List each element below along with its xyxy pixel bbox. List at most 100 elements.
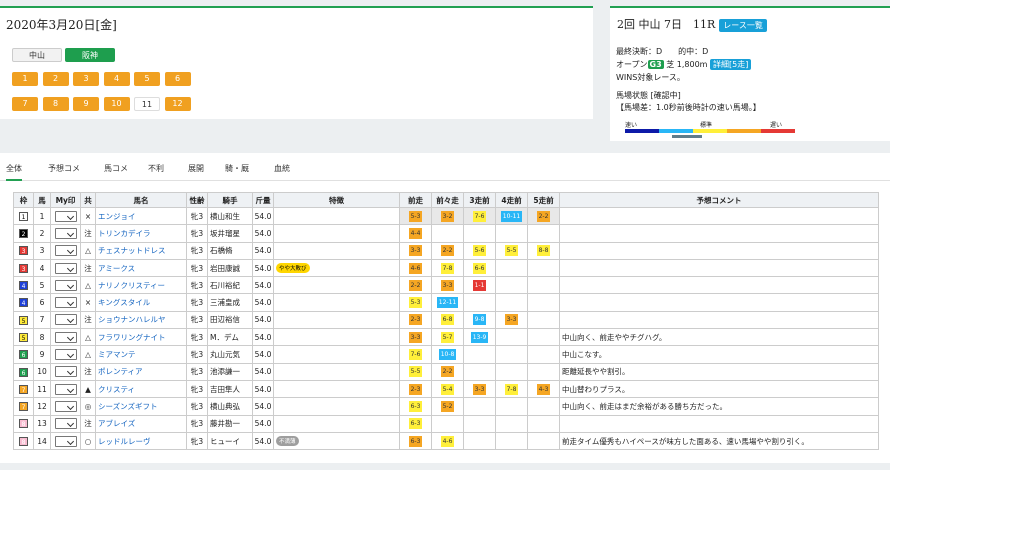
- past-run-position: 2-3: [408, 314, 423, 326]
- weight: 54.0: [252, 345, 274, 364]
- my-mark-cell: [50, 328, 81, 347]
- horse-name-link[interactable]: シーズンズギフト: [95, 397, 187, 416]
- common-mark: 注: [80, 258, 96, 278]
- past-run-position: 6-3: [408, 418, 423, 430]
- my-mark-select[interactable]: [54, 297, 77, 309]
- my-mark-select[interactable]: [54, 349, 77, 361]
- my-mark-cell: [50, 293, 81, 312]
- past-run-cell: 2-3: [399, 310, 432, 330]
- column-header: 4走前: [495, 192, 528, 208]
- horse-name-link[interactable]: クリスティ: [95, 379, 187, 399]
- jockey: 池添謙一: [207, 362, 253, 381]
- race-button-11[interactable]: 11: [134, 97, 160, 111]
- tab-5[interactable]: 展開: [188, 163, 204, 174]
- waku-cell: 7: [13, 379, 34, 399]
- tab-4[interactable]: 不利: [148, 163, 164, 174]
- my-mark-select[interactable]: [54, 383, 77, 395]
- horse-name-link[interactable]: フラワリングナイト: [95, 328, 187, 347]
- past-run-cell: [463, 414, 496, 433]
- past-run-cell: 3-2: [431, 206, 464, 226]
- horse-name-link[interactable]: ナリノクリスティー: [95, 276, 187, 295]
- race-title: 2回 中山 7日 11R レース一覧: [617, 16, 767, 32]
- waku-badge: 5: [19, 315, 28, 325]
- my-mark-cell: [50, 431, 81, 451]
- jockey: 横山和生: [207, 206, 253, 226]
- past-run-position: 5-5: [408, 366, 423, 378]
- common-mark: ▲: [80, 379, 96, 399]
- race-button-8[interactable]: 8: [42, 97, 69, 111]
- my-mark-select[interactable]: [54, 331, 77, 343]
- my-mark-select[interactable]: [54, 366, 77, 378]
- tab-3[interactable]: 馬コメ: [104, 163, 128, 174]
- race-button-1[interactable]: 1: [12, 72, 38, 86]
- race-button-5[interactable]: 5: [134, 72, 160, 86]
- table-row: 8 14 ○ レッドルレーヴ 牝3 ヒューイ 54.0 不満薄 6-3 4-6 前走タイム優秀もハイ…: [13, 431, 879, 451]
- tab-2[interactable]: 予想コメ: [48, 163, 80, 174]
- my-mark-select[interactable]: [54, 245, 77, 257]
- my-mark-select[interactable]: [54, 435, 77, 447]
- jockey: 岩田康誠: [207, 258, 253, 278]
- waku-cell: 8: [13, 431, 34, 451]
- race-button-9[interactable]: 9: [73, 97, 99, 111]
- column-header: 前走: [399, 192, 432, 208]
- my-mark-select[interactable]: [54, 210, 77, 222]
- race-button-12[interactable]: 12: [164, 97, 191, 111]
- sex-age: 牝3: [186, 397, 208, 416]
- horse-name-link[interactable]: トリンカデイラ: [95, 224, 187, 243]
- prediction-comment: [559, 276, 879, 295]
- past-run-cell: 2-3: [399, 379, 432, 399]
- past-run-cell: [495, 362, 528, 381]
- race-button-3[interactable]: 3: [73, 72, 99, 86]
- race-list-button[interactable]: レース一覧: [719, 19, 767, 32]
- past-run-position: 6-8: [440, 314, 455, 326]
- feature-cell: [273, 414, 400, 433]
- my-mark-select[interactable]: [54, 227, 77, 239]
- past-run-position: 5-3: [408, 297, 423, 309]
- tab-7[interactable]: 血統: [274, 163, 290, 174]
- waku-cell: 3: [13, 241, 34, 260]
- horse-name-link[interactable]: キングスタイル: [95, 293, 187, 312]
- horse-name-link[interactable]: チェスナットドレス: [95, 241, 187, 260]
- race-button-7[interactable]: 7: [12, 97, 38, 111]
- common-mark: 注: [80, 414, 96, 433]
- jockey: 石川裕紀: [207, 276, 253, 295]
- jockey: 石橋脩: [207, 241, 253, 260]
- horse-name-link[interactable]: ミアマンテ: [95, 345, 187, 364]
- race-button-10[interactable]: 10: [103, 97, 130, 111]
- table-row: 3 3 △ チェスナットドレス 牝3 石橋脩 54.0 3-3 2-2 5-6 5-5 8-8: [13, 241, 879, 260]
- course-info: 芝 1,800m: [666, 60, 708, 69]
- my-mark-select[interactable]: [54, 314, 77, 326]
- race-button-4[interactable]: 4: [103, 72, 130, 86]
- my-mark-select[interactable]: [54, 400, 77, 412]
- weight: 54.0: [252, 310, 274, 330]
- past-run-cell: [495, 224, 528, 243]
- venue-tab-hanshin[interactable]: 阪神: [65, 48, 115, 62]
- my-mark-select[interactable]: [54, 262, 77, 274]
- past-run-position: 5-5: [504, 245, 519, 257]
- venue-tab-nakayama[interactable]: 中山: [12, 48, 62, 62]
- baba-scale: 速い 標準 遅い: [625, 120, 795, 138]
- horse-name-link[interactable]: レッドルレーヴ: [95, 431, 187, 451]
- my-mark-cell: [50, 397, 81, 416]
- past-run-cell: [463, 224, 496, 243]
- past-run-position: 5-6: [472, 245, 487, 257]
- horse-name-link[interactable]: アミークス: [95, 258, 187, 278]
- prediction-comment: 距離延長やや割引。: [559, 362, 879, 381]
- my-mark-select[interactable]: [54, 418, 77, 430]
- past-run-cell: [463, 431, 496, 451]
- horse-name-link[interactable]: アブレイズ: [95, 414, 187, 433]
- past-run-cell: [527, 431, 560, 451]
- past-run-position: 3-3: [504, 314, 519, 326]
- race-button-6[interactable]: 6: [164, 72, 191, 86]
- table-row: 4 6 × キングスタイル 牝3 三浦皇成 54.0 5-3 12-11: [13, 293, 879, 312]
- race-button-2[interactable]: 2: [42, 72, 69, 86]
- horse-name-link[interactable]: ショウナンハレルヤ: [95, 310, 187, 330]
- column-header: 枠: [13, 192, 34, 208]
- tab-1[interactable]: 全体: [6, 163, 22, 181]
- my-mark-select[interactable]: [54, 279, 77, 291]
- horse-name-link[interactable]: エンジョイ: [95, 206, 187, 226]
- sex-age: 牝3: [186, 293, 208, 312]
- detail-button[interactable]: 詳細[5走]: [710, 59, 752, 70]
- tab-6[interactable]: 騎・厩: [225, 163, 249, 174]
- horse-name-link[interactable]: ポレンティア: [95, 362, 187, 381]
